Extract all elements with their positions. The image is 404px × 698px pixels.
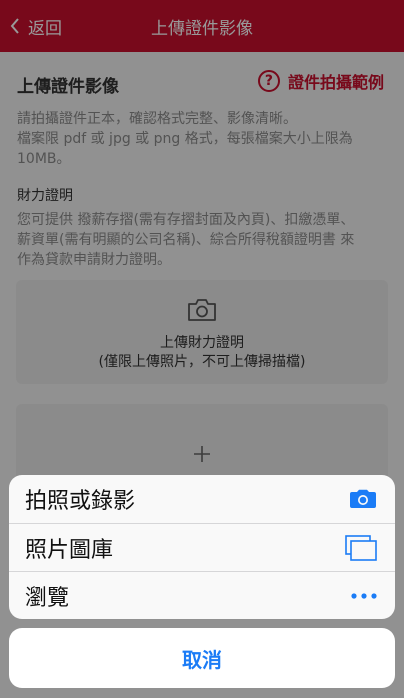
more-icon: [351, 592, 377, 599]
option-label: 瀏覽: [25, 585, 70, 611]
option-camera[interactable]: 拍照或錄影: [9, 475, 395, 523]
option-browse[interactable]: 瀏覽: [9, 571, 395, 619]
photo-library-icon: [345, 534, 377, 561]
option-label: 照片圖庫: [25, 537, 114, 563]
action-sheet: 拍照或錄影 照片圖庫 瀏覽: [9, 475, 395, 619]
option-photo-library[interactable]: 照片圖庫: [9, 523, 395, 571]
option-label: 拍照或錄影: [25, 489, 136, 514]
cancel-button[interactable]: 取消: [9, 628, 395, 688]
camera-icon: [350, 489, 376, 508]
